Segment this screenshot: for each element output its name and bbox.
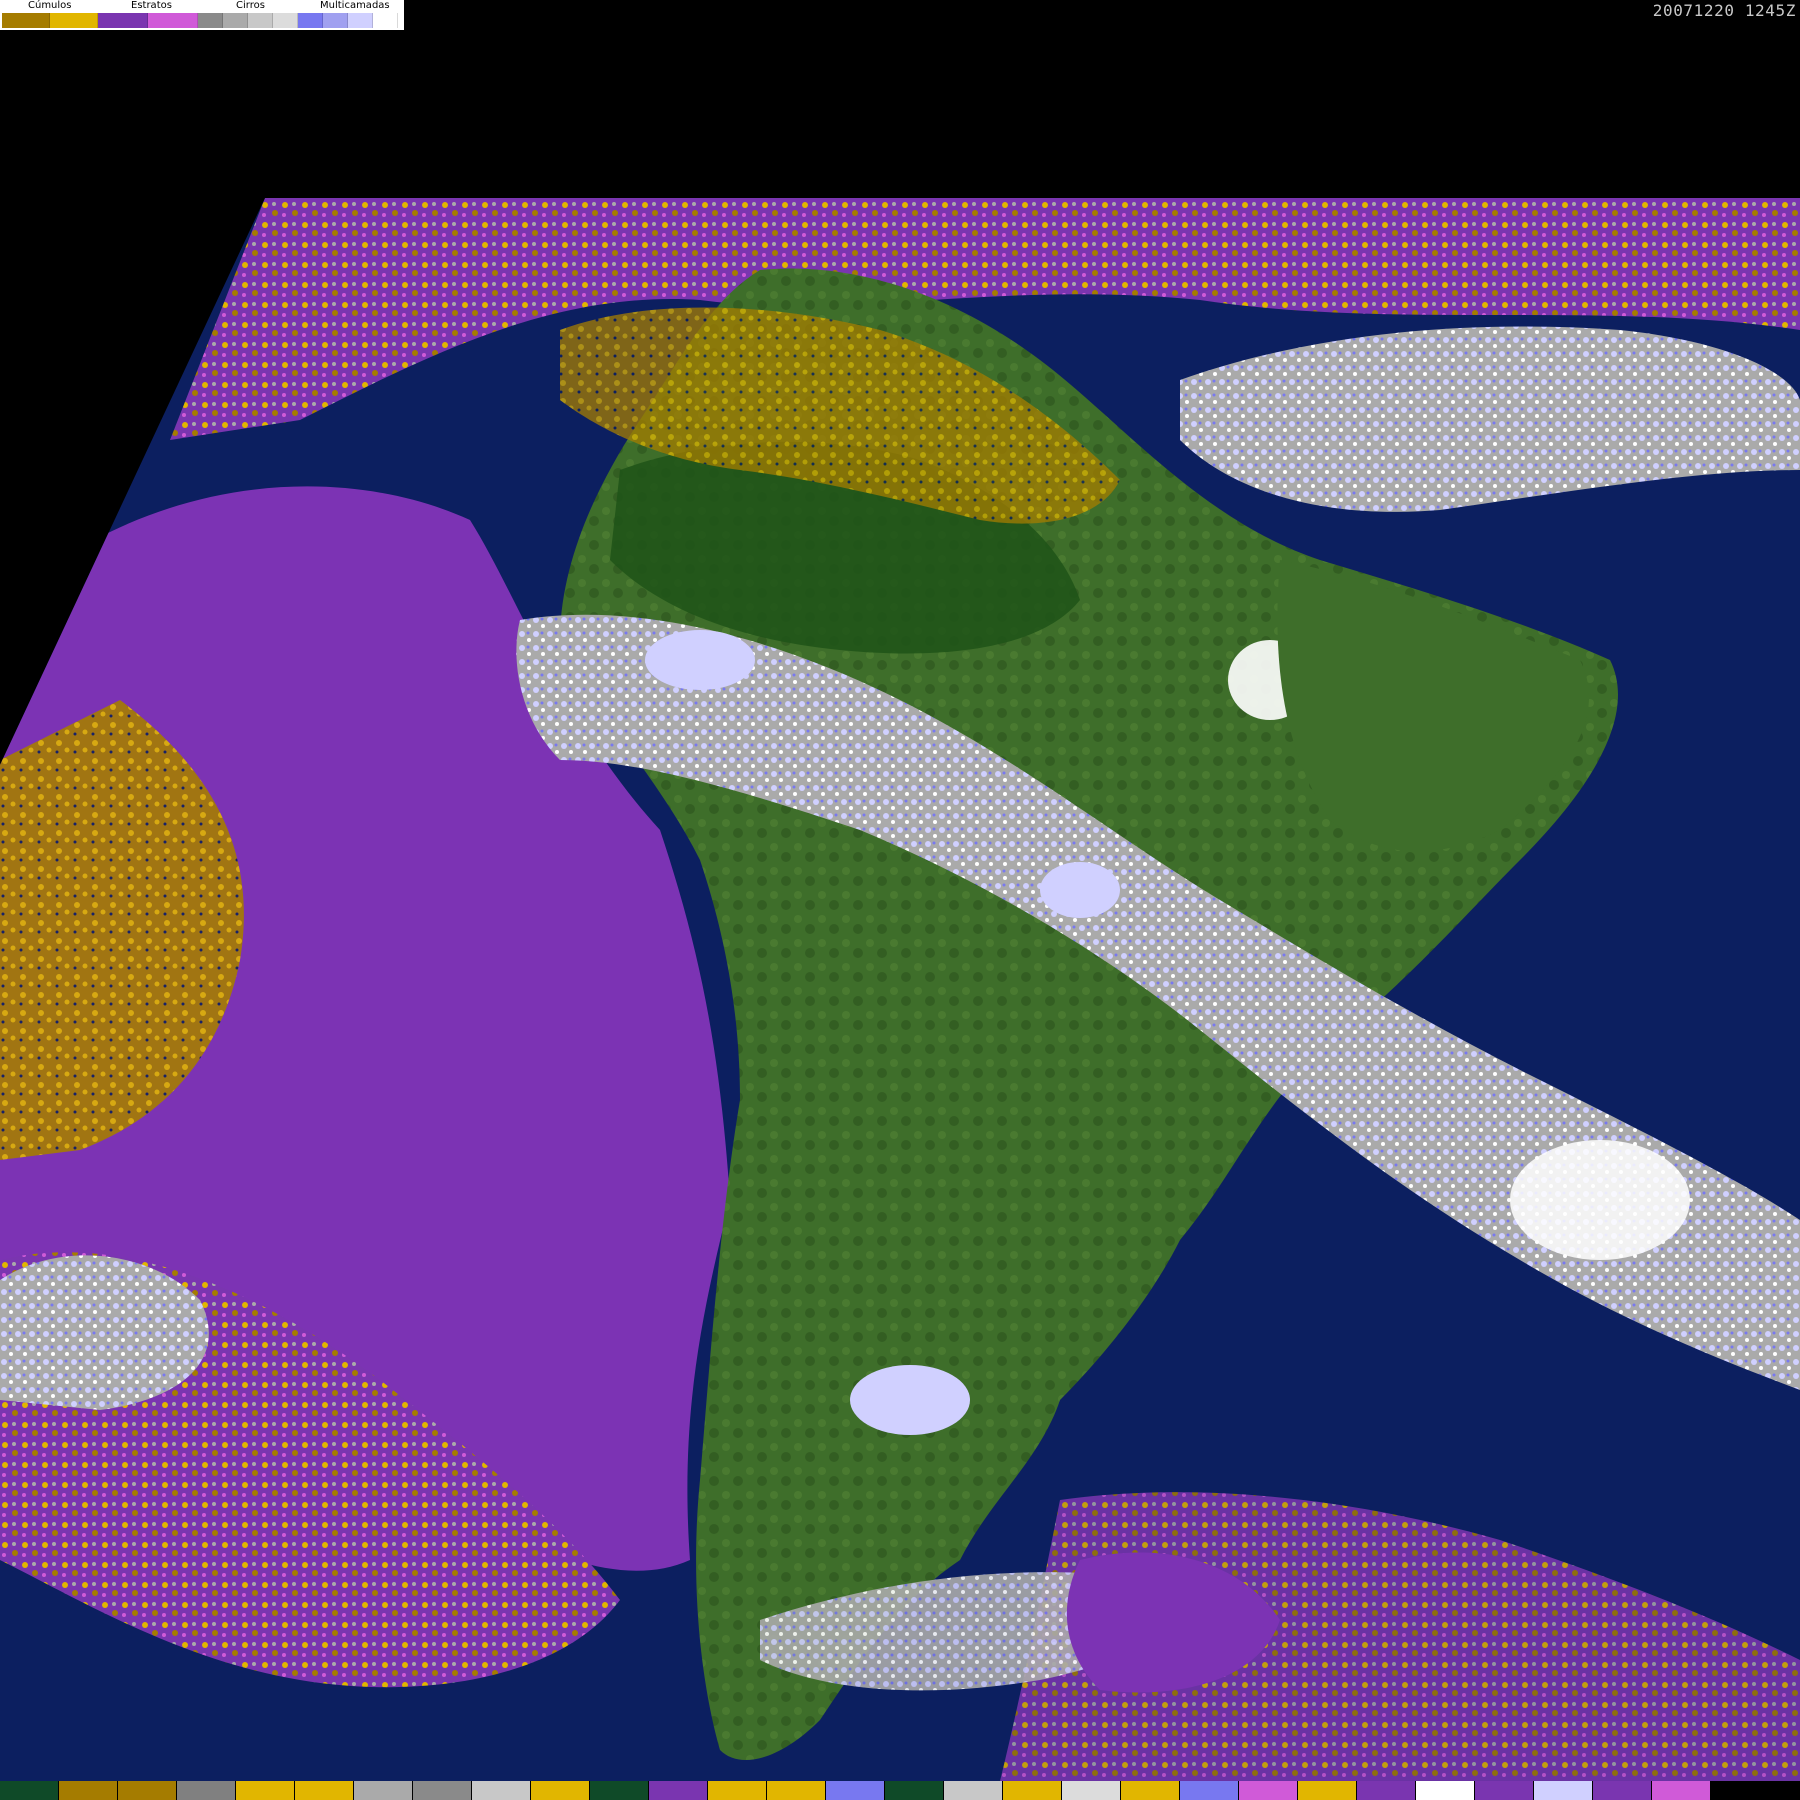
bottom-color-strip — [0, 1781, 1800, 1800]
legend-label-multicamadas: Multicamadas — [320, 0, 390, 11]
strip-cell — [1534, 1781, 1593, 1800]
strip-cell — [885, 1781, 944, 1800]
legend-swatch — [148, 13, 198, 28]
legend-swatch — [348, 13, 373, 28]
strip-cell — [0, 1781, 59, 1800]
storm-cell-4 — [645, 630, 755, 690]
legend-label-cumulos: Cúmulos — [28, 0, 72, 11]
satellite-viewport: Cúmulos Estratos Cirros Multicamadas 200… — [0, 0, 1800, 1800]
legend-label-cirros: Cirros — [236, 0, 265, 11]
strip-cell — [649, 1781, 708, 1800]
strip-cell — [1121, 1781, 1180, 1800]
strip-cell — [1003, 1781, 1062, 1800]
storm-cell-3 — [1510, 1140, 1690, 1260]
strip-cell — [1652, 1781, 1711, 1800]
storm-cell-5 — [850, 1365, 970, 1435]
cloud-type-legend: Cúmulos Estratos Cirros Multicamadas — [0, 0, 405, 31]
timestamp: 20071220 1245Z — [1652, 1, 1796, 20]
strip-cell — [236, 1781, 295, 1800]
strip-cell — [1711, 1781, 1770, 1800]
legend-label-estratos: Estratos — [131, 0, 172, 11]
strip-cell — [944, 1781, 1003, 1800]
strip-cell — [590, 1781, 649, 1800]
strip-cell — [413, 1781, 472, 1800]
legend-swatch — [2, 13, 50, 28]
strip-cell — [1298, 1781, 1357, 1800]
legend-swatch — [298, 13, 323, 28]
legend-swatch — [98, 13, 148, 28]
legend-swatch — [273, 13, 298, 28]
strip-cell — [1475, 1781, 1534, 1800]
satellite-cloud-map — [0, 198, 1800, 1781]
strip-cell — [531, 1781, 590, 1800]
earth-disk — [0, 198, 1800, 1781]
strip-cell — [177, 1781, 236, 1800]
strip-cell — [1062, 1781, 1121, 1800]
strip-cell — [118, 1781, 177, 1800]
strip-cell — [708, 1781, 767, 1800]
legend-swatch — [50, 13, 98, 28]
strip-cell — [295, 1781, 354, 1800]
storm-cell-2 — [1040, 862, 1120, 918]
legend-swatches — [2, 13, 398, 28]
strip-cell — [1357, 1781, 1416, 1800]
legend-swatch — [223, 13, 248, 28]
legend-swatch — [198, 13, 223, 28]
strip-cell — [826, 1781, 885, 1800]
strip-cell — [472, 1781, 531, 1800]
strip-cell — [354, 1781, 413, 1800]
legend-swatch — [323, 13, 348, 28]
strip-cell — [767, 1781, 826, 1800]
strip-cell — [1770, 1781, 1800, 1800]
strip-cell — [1593, 1781, 1652, 1800]
strip-cell — [1416, 1781, 1475, 1800]
strip-cell — [1239, 1781, 1298, 1800]
legend-swatch — [373, 13, 398, 28]
strip-cell — [59, 1781, 118, 1800]
strip-cell — [1180, 1781, 1239, 1800]
legend-swatch — [248, 13, 273, 28]
